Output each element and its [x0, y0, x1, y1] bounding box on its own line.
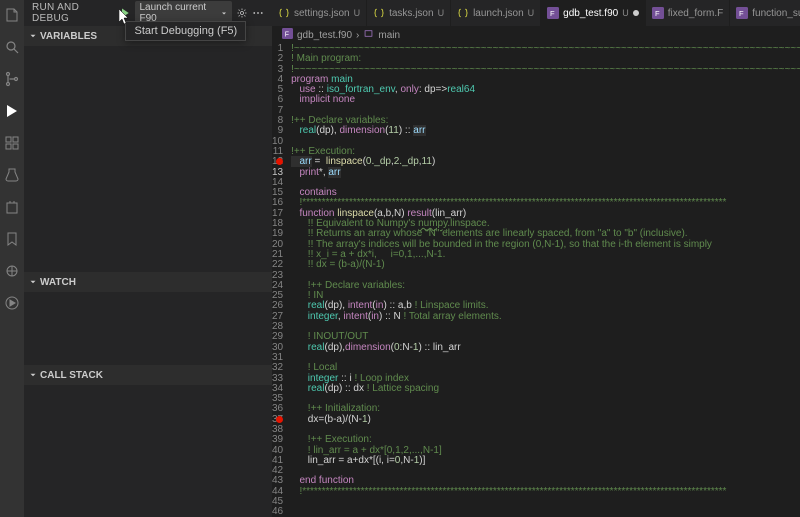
editor-tabs: settings.jsonUtasks.jsonUlaunch.jsonUFgd… [272, 0, 800, 26]
code-line[interactable] [291, 466, 800, 476]
watch-section-header[interactable]: WATCH [24, 272, 272, 292]
tab-label: fixed_form.F [668, 8, 724, 19]
variables-section-body [24, 46, 272, 272]
modified-dot-icon [633, 10, 639, 16]
callstack-section-body [24, 385, 272, 517]
line-number[interactable]: 46 [272, 507, 283, 517]
tab-suffix: U [622, 8, 629, 18]
breakpoint-icon[interactable] [276, 158, 283, 165]
svg-text:F: F [550, 9, 555, 18]
code-line[interactable]: real(dp),dimension(0:N-1) :: lin_arr [291, 343, 800, 353]
search-icon[interactable] [3, 38, 21, 56]
source-control-icon[interactable] [3, 70, 21, 88]
tab-tasks-json[interactable]: tasks.json U [367, 0, 451, 26]
tab-settings-json[interactable]: settings.json U [272, 0, 367, 26]
gear-icon[interactable] [236, 7, 248, 19]
code-line[interactable]: !~~~~~~~~~~~~~~~~~~~~~~~~~~~~~~~~~~~~~~~… [291, 65, 800, 75]
code-line[interactable]: print*, arr [291, 168, 800, 178]
json-file-icon [457, 7, 469, 19]
code-line[interactable] [291, 507, 800, 517]
start-debug-tooltip: Start Debugging (F5) [125, 21, 246, 41]
tab-label: function_subroutine_ [752, 8, 800, 19]
code-line[interactable]: !! dx = (b-a)/(N-1) [291, 260, 800, 270]
callstack-section-header[interactable]: CALL STACK [24, 365, 272, 385]
breakpoint-icon[interactable] [276, 416, 283, 423]
code-line[interactable]: real(dp), dimension(11) :: arr [291, 126, 800, 136]
watch-label: WATCH [40, 277, 76, 288]
fortran-file-icon: F [736, 7, 748, 19]
code-line[interactable]: !***************************************… [291, 487, 800, 497]
cursor-icon [119, 9, 131, 28]
callstack-label: CALL STACK [40, 370, 103, 381]
tab-launch-json[interactable]: launch.json U [451, 0, 541, 26]
tab-suffix: U [354, 8, 361, 18]
line-gutter[interactable]: 1234567891011121314151617181920212223242… [272, 44, 291, 517]
svg-text:F: F [739, 9, 744, 18]
line-number[interactable]: 32 [272, 363, 283, 373]
code-line[interactable]: integer, intent(in) :: N ! Total array e… [291, 312, 800, 322]
activity-bar [0, 0, 24, 517]
fortran-file-icon: F [652, 7, 664, 19]
tab-label: tasks.json [389, 8, 433, 19]
tab-label: gdb_test.f90 [563, 8, 618, 19]
breadcrumb-sep: › [356, 30, 359, 41]
json-file-icon [278, 7, 290, 19]
tab-suffix: U [528, 8, 535, 18]
play-circle-icon[interactable] [3, 294, 21, 312]
code-line[interactable]: !~~~~~~~~~~~~~~~~~~~~~~~~~~~~~~~~~~~~~~~… [291, 44, 800, 54]
run-debug-header: RUN AND DEBUG Launch current F90 Start D… [24, 0, 272, 26]
run-debug-icon[interactable] [3, 102, 21, 120]
tab-gdb_test-f90[interactable]: Fgdb_test.f90 U [541, 0, 646, 26]
ext-icon[interactable] [3, 198, 21, 216]
svg-text:F: F [655, 9, 660, 18]
code-line[interactable] [291, 178, 800, 188]
symbol-icon [363, 28, 374, 42]
breadcrumb-file: gdb_test.f90 [297, 30, 352, 41]
code-line[interactable] [291, 137, 800, 147]
files-icon[interactable] [3, 6, 21, 24]
testing-icon[interactable] [3, 166, 21, 184]
code-line[interactable]: !++ Declare variables: [291, 281, 800, 291]
code-line[interactable]: real(dp) :: dx ! Lattice spacing [291, 384, 800, 394]
code-line[interactable]: arr = linspace(0._dp,2._dp,11) [291, 157, 800, 167]
tab-label: settings.json [294, 8, 350, 19]
tab-suffix: U [438, 8, 445, 18]
ext2-icon[interactable] [3, 262, 21, 280]
code-content[interactable]: !~~~~~~~~~~~~~~~~~~~~~~~~~~~~~~~~~~~~~~~… [291, 44, 800, 517]
code-line[interactable] [291, 353, 800, 363]
fortran-file-icon: F [282, 28, 293, 42]
run-debug-panel: RUN AND DEBUG Launch current F90 Start D… [24, 0, 272, 517]
code-editor[interactable]: 1234567891011121314151617181920212223242… [272, 44, 800, 517]
editor-area: settings.jsonUtasks.jsonUlaunch.jsonUFgd… [272, 0, 800, 517]
variables-label: VARIABLES [40, 31, 97, 42]
more-icon[interactable] [252, 7, 264, 19]
breadcrumb[interactable]: F gdb_test.f90 › main [272, 26, 800, 44]
watch-section-body [24, 292, 272, 365]
extensions-icon[interactable] [3, 134, 21, 152]
code-line[interactable]: dx=(b-a)/(N-1) [291, 415, 800, 425]
svg-text:F: F [285, 31, 289, 38]
code-line[interactable]: lin_arr = a+dx*[(i, i=0,N-1)] [291, 456, 800, 466]
tab-label: launch.json [473, 8, 524, 19]
code-line[interactable]: implicit none [291, 95, 800, 105]
code-line[interactable]: use :: iso_fortran_env, only: dp=>real64 [291, 85, 800, 95]
json-file-icon [373, 7, 385, 19]
tab-function_subroutine_[interactable]: Ffunction_subroutine_ [730, 0, 800, 26]
breadcrumb-symbol: main [378, 30, 400, 41]
bookmarks-icon[interactable] [3, 230, 21, 248]
fortran-file-icon: F [547, 7, 559, 19]
line-number[interactable]: 22 [272, 260, 283, 270]
tab-fixed_form-F[interactable]: Ffixed_form.F [646, 0, 731, 26]
code-line[interactable] [291, 497, 800, 507]
panel-title: RUN AND DEBUG [32, 2, 113, 24]
